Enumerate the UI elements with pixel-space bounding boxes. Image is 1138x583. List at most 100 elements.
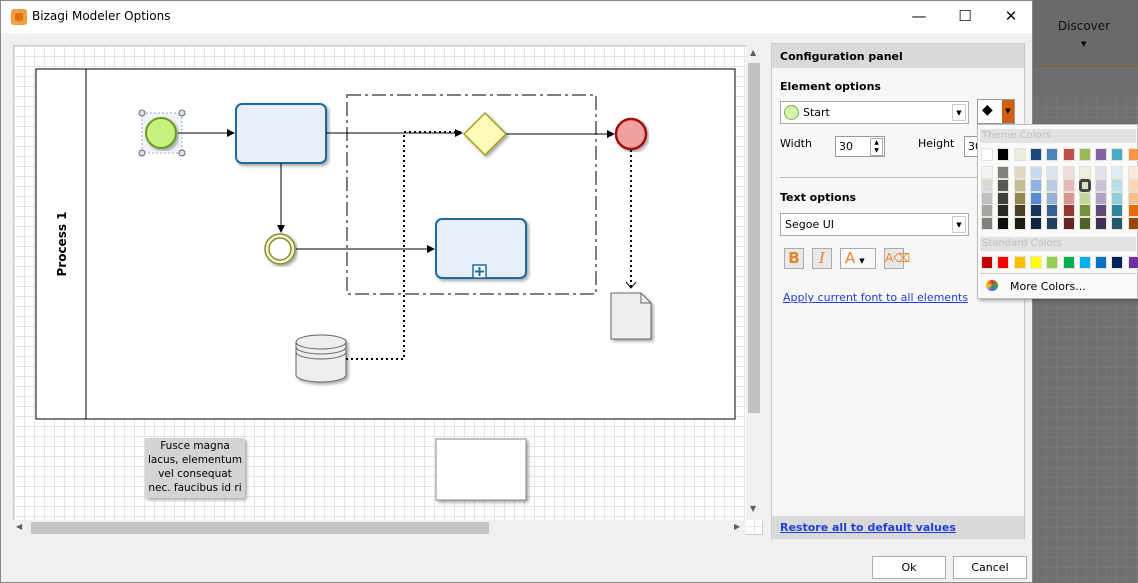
shade-color-swatch[interactable] <box>1095 217 1108 231</box>
shade-color-swatch[interactable] <box>1127 178 1138 192</box>
standard-color-swatch[interactable] <box>1062 256 1075 269</box>
shade-color-swatch[interactable] <box>997 166 1010 179</box>
shade-color-swatch[interactable] <box>1078 217 1091 231</box>
theme-color-swatch[interactable] <box>1062 148 1075 161</box>
shade-color-swatch[interactable] <box>1013 204 1026 218</box>
shade-color-swatch[interactable] <box>1078 191 1091 205</box>
standard-color-swatch[interactable] <box>981 256 993 269</box>
data-object[interactable] <box>610 292 652 340</box>
intermediate-event[interactable] <box>264 233 296 265</box>
shade-color-swatch[interactable] <box>1078 178 1091 192</box>
shade-color-swatch[interactable] <box>1062 191 1075 205</box>
shade-color-swatch[interactable] <box>1078 166 1091 179</box>
chevron-down-icon[interactable]: ▼ <box>1002 100 1014 123</box>
restore-defaults-link[interactable]: Restore all to default values <box>780 521 956 534</box>
theme-color-swatch[interactable] <box>997 148 1010 161</box>
horizontal-scroll-thumb[interactable] <box>31 522 489 534</box>
end-event[interactable] <box>614 117 648 151</box>
shade-color-swatch[interactable] <box>1013 217 1026 231</box>
spinner-arrows-icon[interactable]: ▲ ▼ <box>870 138 883 156</box>
shade-color-swatch[interactable] <box>1062 204 1075 218</box>
theme-color-swatch[interactable] <box>1046 148 1059 161</box>
theme-color-swatch[interactable] <box>1013 148 1026 161</box>
task[interactable] <box>235 103 327 164</box>
shade-color-swatch[interactable] <box>1078 204 1091 218</box>
shade-color-swatch[interactable] <box>1046 166 1059 179</box>
close-button[interactable]: ✕ <box>988 1 1034 33</box>
italic-button[interactable]: I <box>812 248 832 269</box>
shade-color-swatch[interactable] <box>1111 166 1124 179</box>
shade-color-swatch[interactable] <box>981 204 993 218</box>
shade-color-swatch[interactable] <box>1046 204 1059 218</box>
element-select[interactable]: Start ▼ <box>780 101 969 124</box>
shade-color-swatch[interactable] <box>1013 166 1026 179</box>
data-store[interactable] <box>295 334 347 383</box>
diagram-canvas[interactable]: Process 1 <box>13 45 763 535</box>
shade-color-swatch[interactable] <box>1062 217 1075 231</box>
standard-color-swatch[interactable] <box>1127 256 1138 269</box>
shade-color-swatch[interactable] <box>1111 178 1124 192</box>
shade-color-swatch[interactable] <box>997 204 1010 218</box>
text-annotation[interactable]: Fusce magna lacus, elementum vel consequ… <box>145 438 245 498</box>
shade-color-swatch[interactable] <box>1046 191 1059 205</box>
standard-color-swatch[interactable] <box>1046 256 1059 269</box>
scroll-left-icon[interactable]: ◀ <box>16 522 22 531</box>
theme-color-swatch[interactable] <box>1127 148 1138 161</box>
shade-color-swatch[interactable] <box>1062 178 1075 192</box>
vertical-scroll-thumb[interactable] <box>748 63 760 413</box>
subprocess[interactable] <box>435 218 527 279</box>
shade-color-swatch[interactable] <box>997 217 1010 231</box>
theme-color-swatch[interactable] <box>1029 148 1042 161</box>
shade-color-swatch[interactable] <box>1127 191 1138 205</box>
shade-color-swatch[interactable] <box>1111 217 1124 231</box>
shade-color-swatch[interactable] <box>1029 217 1042 231</box>
shade-color-swatch[interactable] <box>1029 204 1042 218</box>
shade-color-swatch[interactable] <box>997 191 1010 205</box>
theme-color-swatch[interactable] <box>1111 148 1124 161</box>
font-color-button[interactable]: A ▼ <box>840 248 876 269</box>
theme-color-swatch[interactable] <box>1078 148 1091 161</box>
shade-color-swatch[interactable] <box>1013 178 1026 192</box>
shade-color-swatch[interactable] <box>1029 166 1042 179</box>
bold-button[interactable]: B <box>784 248 804 269</box>
shade-color-swatch[interactable] <box>1127 166 1138 179</box>
shade-color-swatch[interactable] <box>1046 217 1059 231</box>
standard-color-swatch[interactable] <box>1111 256 1124 269</box>
shade-color-swatch[interactable] <box>1046 178 1059 192</box>
blank-shape[interactable] <box>435 438 527 501</box>
scroll-up-icon[interactable]: ▲ <box>750 48 756 57</box>
scroll-right-icon[interactable]: ▶ <box>734 522 740 531</box>
shade-color-swatch[interactable] <box>981 191 993 205</box>
discover-button[interactable]: Discover <box>1055 19 1113 33</box>
apply-font-link[interactable]: Apply current font to all elements <box>783 291 968 304</box>
shade-color-swatch[interactable] <box>1095 178 1108 192</box>
standard-color-swatch[interactable] <box>1029 256 1042 269</box>
shade-color-swatch[interactable] <box>1127 217 1138 231</box>
shade-color-swatch[interactable] <box>1013 191 1026 205</box>
maximize-button[interactable]: ☐ <box>942 1 988 33</box>
theme-color-swatch[interactable] <box>981 148 993 161</box>
shade-color-swatch[interactable] <box>1029 191 1042 205</box>
standard-color-swatch[interactable] <box>1013 256 1026 269</box>
font-select[interactable]: Segoe UI ▼ <box>780 213 969 236</box>
shade-color-swatch[interactable] <box>1095 166 1108 179</box>
shade-color-swatch[interactable] <box>981 166 993 179</box>
clear-format-button[interactable]: A⌫ <box>884 248 910 269</box>
minimize-button[interactable]: — <box>896 1 942 33</box>
theme-color-swatch[interactable] <box>1095 148 1108 161</box>
shade-color-swatch[interactable] <box>981 178 993 192</box>
shade-color-swatch[interactable] <box>997 178 1010 192</box>
scroll-down-icon[interactable]: ▼ <box>750 504 756 513</box>
standard-color-swatch[interactable] <box>1078 256 1091 269</box>
shade-color-swatch[interactable] <box>1111 191 1124 205</box>
fill-color-button[interactable]: ◆ ▼ <box>977 99 1015 124</box>
shade-color-swatch[interactable] <box>1111 204 1124 218</box>
standard-color-swatch[interactable] <box>1095 256 1108 269</box>
width-input[interactable]: 30 ▲ ▼ <box>835 136 885 157</box>
more-colors-button[interactable]: More Colors... <box>1010 280 1086 293</box>
standard-color-swatch[interactable] <box>997 256 1010 269</box>
shade-color-swatch[interactable] <box>1127 204 1138 218</box>
shade-color-swatch[interactable] <box>1095 191 1108 205</box>
shade-color-swatch[interactable] <box>1062 166 1075 179</box>
shade-color-swatch[interactable] <box>1029 178 1042 192</box>
